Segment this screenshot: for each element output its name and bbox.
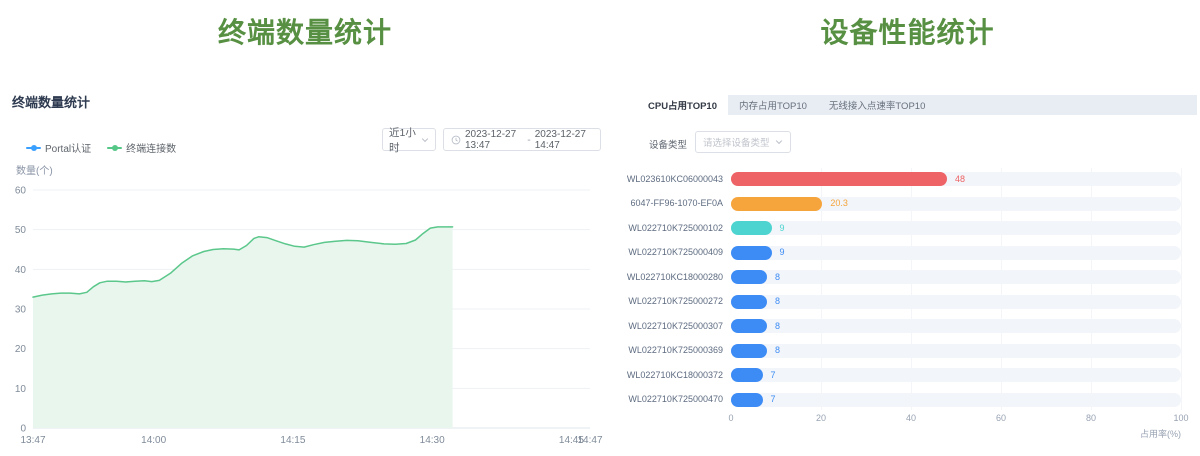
device-performance-panel: 设备性能统计 CPU占用TOP10内存占用TOP10无线接入点速率TOP10 设…: [615, 0, 1200, 456]
x-tick-label: 14:47: [577, 435, 602, 446]
legend-label: Portal认证: [45, 140, 91, 155]
device-name-label: WL022710K725000470: [615, 394, 723, 404]
bar: [731, 295, 767, 309]
y-tick-label: 0: [20, 424, 26, 435]
bar-track: [731, 270, 1181, 284]
date-range-start[interactable]: 2023-12-27 13:47: [465, 129, 523, 151]
chevron-down-icon: [421, 136, 429, 144]
x-tick-label: 13:47: [20, 435, 45, 446]
bar-value-label: 8: [775, 272, 780, 282]
x-axis-title: 占用率(%): [731, 427, 1181, 440]
cpu-top10-chart: WL023610KC06000043 48 6047-FF96-1070-EF0A 2…: [615, 0, 1200, 456]
y-axis-title: 数量(个): [16, 164, 53, 177]
clock-icon: [451, 135, 461, 145]
bar: [731, 172, 947, 186]
legend-marker-icon: [26, 145, 41, 151]
bar-track: [731, 393, 1181, 407]
device-name-label: WL022710KC18000372: [615, 370, 723, 380]
bar: [731, 344, 767, 358]
bar: [731, 197, 822, 211]
bar: [731, 246, 772, 260]
device-name-label: 6047-FF96-1070-EF0A: [615, 198, 723, 208]
terminal-count-chart: 0 10 20 30 40 50 60 数量(个) 13:47 14:00 14:15 14:30 14…: [0, 160, 610, 456]
bar-track: [731, 221, 1181, 235]
bar-value-label: 48: [955, 174, 965, 184]
bar-value-label: 20.3: [830, 198, 848, 208]
bar: [731, 393, 763, 407]
device-name-label: WL022710K725000307: [615, 321, 723, 331]
bar: [731, 319, 767, 333]
bar-value-label: 9: [780, 247, 785, 257]
date-range-end[interactable]: 2023-12-27 14:47: [535, 129, 593, 151]
x-tick-label: 0: [711, 413, 751, 423]
device-name-label: WL022710K725000369: [615, 345, 723, 355]
x-tick-label: 14:00: [141, 435, 166, 446]
bar: [731, 221, 772, 235]
date-range-separator: -: [527, 134, 531, 146]
x-tick-label: 14:30: [420, 435, 445, 446]
bar: [731, 270, 767, 284]
y-tick-label: 10: [15, 384, 27, 395]
chart-legend: Portal认证 终端连接数: [26, 140, 176, 155]
bar-track: [731, 197, 1181, 211]
bar-value-label: 7: [771, 370, 776, 380]
device-name-label: WL022710KC18000280: [615, 272, 723, 282]
legend-marker-icon: [107, 145, 122, 151]
bar-value-label: 9: [780, 223, 785, 233]
time-range-select[interactable]: 近1小时: [382, 128, 436, 151]
terminal-count-panel: 终端数量统计 终端数量统计 近1小时 2023-12-27 13:47 - 20…: [0, 0, 610, 456]
y-tick-label: 50: [15, 225, 27, 236]
dashboard: 终端数量统计 终端数量统计 近1小时 2023-12-27 13:47 - 20…: [0, 0, 1200, 456]
left-page-title: 终端数量统计: [0, 11, 610, 51]
legend-item-terminal-connections[interactable]: 终端连接数: [107, 140, 176, 155]
bar-track: [731, 368, 1181, 382]
bar-track: [731, 344, 1181, 358]
x-tick-label: 80: [1071, 413, 1111, 423]
x-tick-label: 20: [801, 413, 841, 423]
device-name-label: WL022710K725000409: [615, 247, 723, 257]
device-name-label: WL022710K725000272: [615, 296, 723, 306]
y-tick-label: 40: [15, 265, 27, 276]
gridline: [1181, 168, 1182, 410]
bar-value-label: 8: [775, 345, 780, 355]
y-tick-label: 20: [15, 344, 27, 355]
device-name-label: WL023610KC06000043: [615, 174, 723, 184]
bar-value-label: 8: [775, 296, 780, 306]
time-range-value: 近1小时: [389, 125, 421, 155]
bar-track: [731, 319, 1181, 333]
bar-value-label: 8: [775, 321, 780, 331]
x-tick-label: 60: [981, 413, 1021, 423]
y-tick-label: 60: [15, 186, 27, 197]
date-range-picker[interactable]: 2023-12-27 13:47 - 2023-12-27 14:47: [443, 128, 601, 151]
bar-track: [731, 246, 1181, 260]
series-area: [33, 227, 453, 428]
y-tick-label: 30: [15, 305, 27, 316]
x-tick-label: 40: [891, 413, 931, 423]
bar: [731, 368, 763, 382]
x-tick-label: 100: [1161, 413, 1200, 423]
terminal-count-card-header: 终端数量统计: [12, 92, 90, 111]
x-tick-label: 14:15: [280, 435, 305, 446]
legend-item-portal-auth[interactable]: Portal认证: [26, 140, 91, 155]
bar-value-label: 7: [771, 394, 776, 404]
device-name-label: WL022710K725000102: [615, 223, 723, 233]
bar-track: [731, 295, 1181, 309]
legend-label: 终端连接数: [126, 140, 176, 155]
